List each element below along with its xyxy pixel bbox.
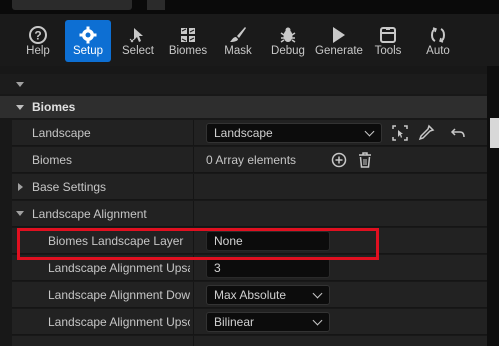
reset-arrow-icon[interactable] xyxy=(449,124,467,142)
background-window-sliver xyxy=(490,118,499,148)
column-divider[interactable] xyxy=(193,282,194,308)
tool-label: Generate xyxy=(315,45,363,57)
chevron-down-icon xyxy=(312,315,323,326)
collapse-arrow-icon xyxy=(16,82,24,87)
column-divider[interactable] xyxy=(193,120,194,146)
tool-label: Biomes xyxy=(168,45,208,57)
property-row-alignment-downsample: Landscape Alignment Dow... Max Absolute xyxy=(12,282,487,308)
upsample-number-field[interactable]: 3 xyxy=(206,258,330,278)
expand-arrow-icon xyxy=(16,105,24,110)
collapse-all-row[interactable] xyxy=(0,74,487,94)
property-row-landscape: Landscape Landscape xyxy=(12,120,487,146)
column-divider[interactable] xyxy=(193,201,194,227)
window-tab[interactable] xyxy=(12,0,132,10)
chevron-down-icon xyxy=(364,126,375,137)
collapse-arrow-icon xyxy=(16,211,24,216)
tool-mask-button[interactable]: Mask xyxy=(215,20,261,62)
category-biomes-header[interactable]: Biomes xyxy=(0,96,487,118)
property-label: Landscape Alignment xyxy=(32,207,147,221)
expand-arrow-icon xyxy=(18,183,23,191)
tool-label: Tools xyxy=(374,45,402,57)
help-icon: ? xyxy=(15,23,61,45)
tool-label: Select xyxy=(122,45,154,57)
toolbox-icon xyxy=(365,23,411,45)
tool-help-button[interactable]: ? Help xyxy=(15,20,61,62)
property-label: Biomes xyxy=(32,153,73,167)
select-actor-icon[interactable] xyxy=(391,124,409,142)
downsample-combo[interactable]: Max Absolute xyxy=(206,285,330,305)
upscale-combo[interactable]: Bilinear xyxy=(206,312,330,332)
landscape-combo[interactable]: Landscape xyxy=(206,123,382,143)
column-divider[interactable] xyxy=(193,309,194,335)
column-divider xyxy=(193,336,194,346)
array-count-text: 0 Array elements xyxy=(206,153,297,167)
svg-text:?: ? xyxy=(34,29,41,43)
chevron-down-icon xyxy=(312,288,323,299)
tool-debug-button[interactable]: Debug xyxy=(265,20,311,62)
auto-icon xyxy=(415,23,461,45)
field-value: 3 xyxy=(214,261,221,275)
tool-generate-button[interactable]: Generate xyxy=(315,20,363,62)
tool-biomes-button[interactable]: Biomes xyxy=(165,20,211,62)
property-row-alignment-upscale: Landscape Alignment Upsc... Bilinear xyxy=(12,309,487,335)
biomes-icon xyxy=(165,23,211,45)
property-label: Landscape Alignment Upsc... xyxy=(48,315,190,329)
property-label: Landscape Alignment Upsa... xyxy=(48,261,190,275)
property-label: Landscape Alignment Dow... xyxy=(48,288,190,302)
property-row-biomes: Biomes 0 Array elements xyxy=(12,147,487,173)
trash-icon[interactable] xyxy=(356,151,374,169)
details-panel: Biomes Landscape Landscape Biomes 0 Arra… xyxy=(0,66,487,346)
property-label: Landscape xyxy=(32,126,91,140)
highlight-box xyxy=(17,228,379,260)
play-icon xyxy=(315,23,361,45)
brush-icon xyxy=(215,23,261,45)
property-row-landscape-alignment[interactable]: Landscape Alignment xyxy=(12,201,487,227)
tool-select-button[interactable]: Select xyxy=(115,20,161,62)
eyedropper-icon[interactable] xyxy=(417,124,435,142)
category-title: Biomes xyxy=(32,100,76,114)
add-element-icon[interactable] xyxy=(330,151,348,169)
tool-label: Help xyxy=(26,45,50,57)
column-divider[interactable] xyxy=(193,147,194,173)
bug-icon xyxy=(265,23,311,45)
tool-auto-button[interactable]: Auto xyxy=(415,20,461,62)
tool-label: Auto xyxy=(426,45,450,57)
window-top-strip xyxy=(0,0,499,14)
combo-value: Max Absolute xyxy=(214,288,287,302)
select-icon xyxy=(115,23,161,45)
mode-toolbar: ? Help Setup Select Biomes Mask Debug Ge… xyxy=(0,14,499,66)
tool-label: Debug xyxy=(271,45,305,57)
panel-scrollbar-track[interactable] xyxy=(487,66,499,346)
property-row-partial xyxy=(12,336,487,346)
combo-value: Landscape xyxy=(214,126,273,140)
column-divider[interactable] xyxy=(193,174,194,200)
property-label: Base Settings xyxy=(32,180,107,194)
tool-setup-button[interactable]: Setup xyxy=(65,20,111,62)
combo-value: Bilinear xyxy=(214,315,255,329)
tool-label: Mask xyxy=(224,45,252,57)
gear-icon xyxy=(65,23,111,45)
tool-tools-button[interactable]: Tools xyxy=(365,20,411,62)
property-row-base-settings[interactable]: Base Settings xyxy=(12,174,487,200)
tool-label: Setup xyxy=(72,45,104,57)
window-tab-close[interactable] xyxy=(147,0,165,10)
